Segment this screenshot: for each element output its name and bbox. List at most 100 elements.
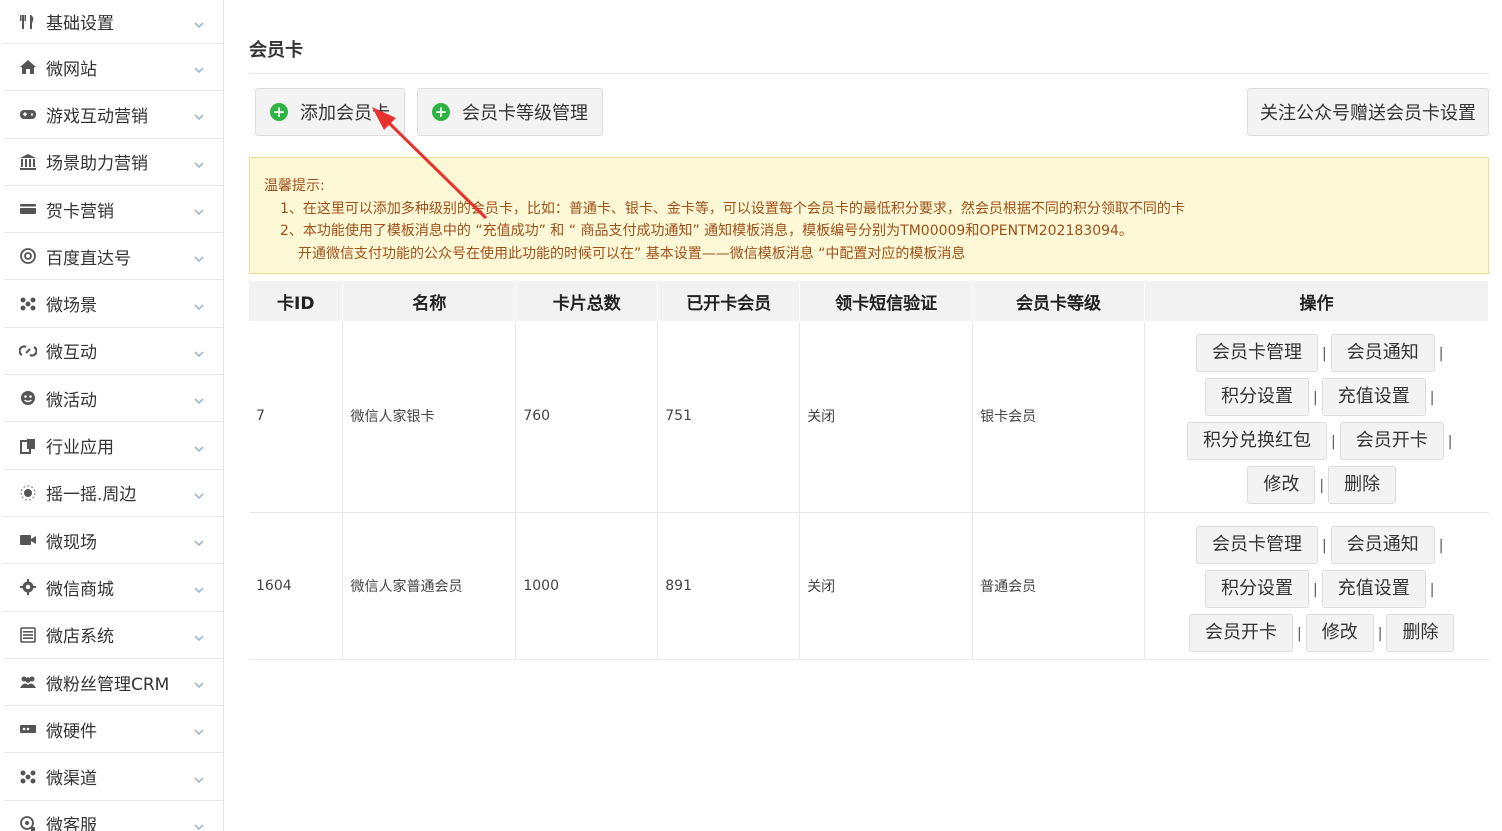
sidebar-item-wechat-mall[interactable]: 微信商城 xyxy=(4,564,223,612)
sidebar-item-label: 微现场 xyxy=(46,532,97,553)
column-header: 会员卡等级 xyxy=(972,281,1145,321)
home-icon xyxy=(18,57,38,77)
sidebar-item-industry-apps[interactable]: 行业应用 xyxy=(4,422,223,470)
follow-gift-button-label: 关注公众号赠送会员卡设置 xyxy=(1260,103,1476,124)
sidebar-item-micro-live[interactable]: 微现场 xyxy=(4,517,223,565)
points-settings-button[interactable]: 积分设置 xyxy=(1205,378,1310,417)
gear-icon xyxy=(18,577,38,597)
cell-opened-members: 891 xyxy=(657,512,801,660)
bank-icon xyxy=(18,152,38,172)
sidebar-item-micro-scene[interactable]: 微场景 xyxy=(4,280,223,328)
cell-card-name: 微信人家普通会员 xyxy=(342,512,517,660)
points-settings-button[interactable]: 积分设置 xyxy=(1205,569,1310,608)
sidebar-item-micro-hardware[interactable]: 微硬件 xyxy=(4,706,223,754)
edit-button[interactable]: 修改 xyxy=(1305,613,1374,652)
separator: | xyxy=(1438,346,1444,363)
sidebar-item-label: 游戏互动营销 xyxy=(46,106,148,127)
chevron-down-icon xyxy=(193,298,205,317)
sidebar-item-micro-channel[interactable]: 微渠道 xyxy=(4,753,223,801)
network-icon xyxy=(18,767,38,787)
column-header: 已开卡会员 xyxy=(657,281,801,321)
sidebar-item-label: 微信商城 xyxy=(46,579,114,600)
sidebar-item-label: 场景助力营销 xyxy=(46,154,148,175)
edit-button[interactable]: 修改 xyxy=(1247,466,1316,505)
cell-opened-members: 751 xyxy=(657,321,801,513)
recharge-settings-button[interactable]: 充值设置 xyxy=(1321,569,1426,608)
sidebar-item-micro-activity[interactable]: 微活动 xyxy=(4,375,223,423)
chevron-down-icon xyxy=(193,629,205,648)
chain-icon xyxy=(18,341,38,361)
list-icon xyxy=(18,625,38,645)
chevron-down-icon xyxy=(193,723,205,742)
chevron-down-icon xyxy=(193,487,205,506)
cell-sms-verify: 关闭 xyxy=(799,321,974,513)
chevron-down-icon xyxy=(193,250,205,269)
sidebar-item-greeting-card[interactable]: 贺卡营销 xyxy=(4,186,223,234)
table-header-row: 卡ID 名称 卡片总数 已开卡会员 领卡短信验证 会员卡等级 操作 xyxy=(249,281,1490,321)
users-icon xyxy=(18,672,38,692)
sidebar-item-micro-site[interactable]: 微网站 xyxy=(4,44,223,92)
separator: | xyxy=(1429,390,1435,407)
add-card-button[interactable]: + 添加会员卡 xyxy=(255,88,405,136)
sidebar-item-micro-interaction[interactable]: 微互动 xyxy=(4,328,223,376)
follow-gift-button[interactable]: 关注公众号赠送会员卡设置 xyxy=(1247,88,1489,136)
sidebar-item-game-marketing[interactable]: 游戏互动营销 xyxy=(4,91,223,139)
separator: | xyxy=(1438,537,1444,554)
sidebar-item-label: 微渠道 xyxy=(46,769,97,790)
separator: | xyxy=(1319,478,1325,495)
chevron-down-icon xyxy=(193,534,205,553)
sidebar-item-scene-marketing[interactable]: 场景助力营销 xyxy=(4,139,223,186)
cell-card-total: 1000 xyxy=(515,512,659,660)
column-header: 领卡短信验证 xyxy=(799,281,974,321)
member-card-table: 卡ID 名称 卡片总数 已开卡会员 领卡短信验证 会员卡等级 操作 7 微信人家… xyxy=(249,281,1490,660)
notice-line-1: 1、在这里可以添加多种级别的会员卡，比如：普通卡、银卡、金卡等，可以设置每个会员… xyxy=(280,200,1185,217)
chevron-down-icon xyxy=(193,16,205,35)
sidebar-item-label: 百度直达号 xyxy=(46,248,131,269)
sidebar-item-shake-nearby[interactable]: 摇一摇.周边 xyxy=(4,470,223,517)
plus-circle-icon: + xyxy=(432,103,450,121)
sidebar-item-label: 行业应用 xyxy=(46,438,114,459)
table-row: 7 微信人家银卡 760 751 关闭 银卡会员 会员卡管理 | 会员通知 | 积分设… xyxy=(249,321,1489,513)
notice-line-3: 开通微信支付功能的公众号在使用此功能的时候可以在” 基本设置——微信模板消息 “… xyxy=(298,245,966,262)
sidebar-item-label: 微店系统 xyxy=(46,627,114,648)
card-manage-button[interactable]: 会员卡管理 xyxy=(1196,334,1319,373)
column-header: 卡片总数 xyxy=(515,281,659,321)
sidebar-item-baidu-direct[interactable]: 百度直达号 xyxy=(4,233,223,281)
member-notify-button[interactable]: 会员通知 xyxy=(1330,334,1435,373)
sidebar-item-basic-settings[interactable]: 基础设置 xyxy=(4,0,223,44)
member-open-card-button[interactable]: 会员开卡 xyxy=(1189,613,1294,652)
chevron-down-icon xyxy=(193,345,205,364)
video-icon xyxy=(18,530,38,550)
plus-circle-icon: + xyxy=(270,103,288,121)
recharge-settings-button[interactable]: 充值设置 xyxy=(1321,378,1426,417)
separator: | xyxy=(1322,346,1327,363)
member-open-card-button[interactable]: 会员开卡 xyxy=(1339,422,1444,461)
column-header: 操作 xyxy=(1144,281,1490,321)
cell-card-level: 普通会员 xyxy=(972,512,1145,660)
cell-card-id: 1604 xyxy=(249,512,344,660)
sidebar-item-micro-shop[interactable]: 微店系统 xyxy=(4,612,223,659)
divider xyxy=(249,73,1489,74)
sidebar-item-label: 基础设置 xyxy=(46,14,114,34)
copy-icon xyxy=(18,436,38,456)
cell-card-level: 银卡会员 xyxy=(972,321,1145,513)
sidebar-item-label: 微粉丝管理CRM xyxy=(46,674,170,695)
delete-button[interactable]: 删除 xyxy=(1386,613,1455,652)
member-notify-button[interactable]: 会员通知 xyxy=(1330,525,1435,564)
sidebar-item-micro-support[interactable]: 微客服 xyxy=(4,801,223,831)
points-redpack-button[interactable]: 积分兑换红包 xyxy=(1187,422,1328,461)
chevron-down-icon xyxy=(193,108,205,127)
level-manage-button[interactable]: + 会员卡等级管理 xyxy=(417,88,603,136)
cell-operations: 会员卡管理 | 会员通知 | 积分设置 | 充值设置 | 积分兑换红包 | 会员开卡 | 修改 | 删… xyxy=(1144,321,1489,513)
sidebar-item-label: 微场景 xyxy=(46,296,97,317)
notice-heading: 温馨提示: xyxy=(264,178,325,194)
card-manage-button[interactable]: 会员卡管理 xyxy=(1196,525,1319,564)
cell-sms-verify: 关闭 xyxy=(799,512,974,660)
sidebar-item-fans-crm[interactable]: 微粉丝管理CRM xyxy=(4,659,223,707)
support-icon xyxy=(18,814,38,831)
page-title: 会员卡 xyxy=(249,40,303,61)
sidebar-item-label: 微活动 xyxy=(46,390,97,411)
chevron-down-icon xyxy=(193,771,205,790)
delete-button[interactable]: 删除 xyxy=(1328,466,1397,505)
sidebar-item-label: 微客服 xyxy=(46,816,97,831)
